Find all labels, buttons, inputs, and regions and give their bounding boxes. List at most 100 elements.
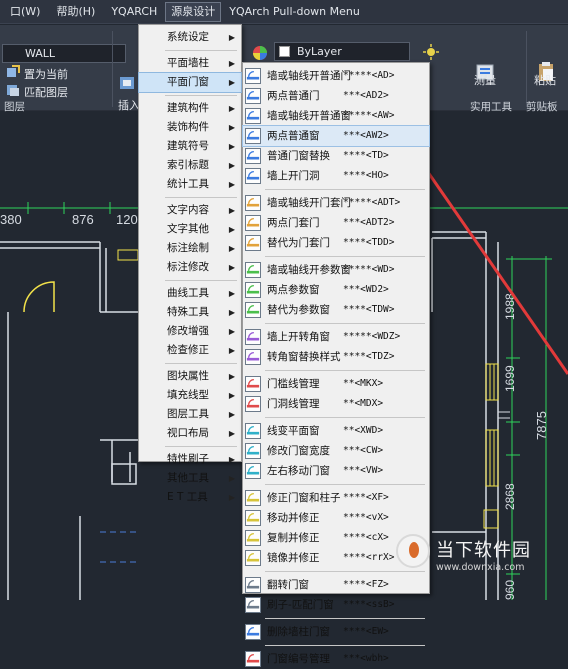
main-menu-item[interactable]: 标注修改 ▶ [139, 258, 241, 277]
dim-top-3: 120 [116, 212, 138, 227]
submenu-arrow-icon: ▶ [228, 429, 235, 438]
main-menu-item-label: 图层工具 [167, 408, 209, 420]
menu-help[interactable]: 帮助(H) [48, 0, 103, 24]
menu-yuanquan-design[interactable]: 源泉设计 [165, 1, 222, 22]
submenu-item-label: 墙上开转角窗 [267, 331, 330, 343]
main-menu-item[interactable]: 特性刷子 ▶ [139, 450, 241, 469]
main-menu-item[interactable]: 填充线型 ▶ [139, 386, 241, 405]
main-menu-item[interactable]: 检查修正 ▶ [139, 341, 241, 360]
submenu-item[interactable]: 墙上开门洞 ****<HO> [243, 166, 429, 186]
set-current-button[interactable]: 置为当前 [24, 66, 68, 82]
main-menu-item[interactable]: E T 工具 ▶ [139, 488, 241, 507]
submenu-item[interactable]: 移动并修正 ****<vX> [243, 508, 429, 528]
main-menu-item[interactable]: 平面墙柱 ▶ [139, 54, 241, 73]
main-menu-item[interactable]: 特殊工具 ▶ [139, 303, 241, 322]
submenu-item[interactable]: 左右移动门窗 ***<VW> [243, 461, 429, 481]
main-menu-item-label: 统计工具 [167, 178, 209, 190]
door-window-tool-icon [245, 215, 261, 231]
main-menu-item-label: 系统设定 [167, 31, 209, 43]
submenu-item[interactable]: 门槛线管理 **<MKX> [243, 374, 429, 394]
match-layer-button[interactable]: 匹配图层 [24, 84, 68, 100]
main-menu-item[interactable]: 系统设定 ▶ [139, 28, 241, 47]
submenu-item-label: 线变平面窗 [267, 425, 320, 437]
main-menu-item[interactable]: 文字内容 ▶ [139, 201, 241, 220]
submenu-item[interactable]: 转角窗替换样式 ****<TDZ> [243, 347, 429, 367]
main-menu-item[interactable]: 装饰构件 ▶ [139, 118, 241, 137]
submenu-item-shortcut: ***<VW> [343, 465, 384, 476]
main-menu-item[interactable]: 图层工具 ▶ [139, 405, 241, 424]
match-layer-icon [7, 85, 19, 96]
submenu-item[interactable]: 两点普通门 ***<AD2> [243, 86, 429, 106]
submenu-item-shortcut: ****<TD> [343, 150, 389, 161]
submenu-arrow-icon: ▶ [228, 142, 235, 151]
submenu-item[interactable]: 墙或轴线开参数窗 *****<WD> [243, 260, 429, 280]
submenu-item-shortcut: ***<AW2> [343, 130, 389, 141]
submenu-item-shortcut: ****<TDZ> [343, 351, 395, 362]
submenu-item[interactable]: 两点参数窗 ***<WD2> [243, 280, 429, 300]
sun-icon [423, 44, 439, 60]
main-menu-item[interactable]: 其他工具 ▶ [139, 469, 241, 488]
submenu-item-label: 门窗编号管理 [267, 653, 330, 665]
submenu-item[interactable]: 普通门窗替换 ****<TD> [243, 146, 429, 166]
submenu-item[interactable]: 修正门窗和柱子 ****<XF> [243, 488, 429, 508]
submenu-item[interactable]: 删除墙柱门窗 ****<EW> [243, 622, 429, 642]
main-menu-item[interactable]: 视口布局 ▶ [139, 424, 241, 443]
submenu-item[interactable]: 墙或轴线开普通窗 *****<AW> [243, 106, 429, 126]
submenu-item[interactable]: 门窗编号管理 ***<wbh> [243, 649, 429, 669]
layer-select[interactable]: WALL [2, 44, 126, 63]
submenu-item[interactable]: 刷子-匹配门窗 ****<ssB> [243, 595, 429, 615]
main-menu-item[interactable]: 建筑符号 ▶ [139, 137, 241, 156]
paste-button[interactable]: 粘贴 [534, 72, 556, 88]
main-menu-item[interactable]: 图块属性 ▶ [139, 367, 241, 386]
submenu-item-shortcut: ****<EW> [343, 626, 389, 637]
submenu-item-label: 两点参数窗 [267, 284, 320, 296]
submenu-item[interactable]: 墙或轴线开门套门 *****<ADT> [243, 193, 429, 213]
submenu-arrow-icon: ▶ [228, 225, 235, 234]
menu-yqarch[interactable]: YQARCH [103, 0, 165, 24]
submenu-arrow-icon: ▶ [228, 180, 235, 189]
submenu-item-label: 替代为参数窗 [267, 304, 330, 316]
submenu-item[interactable]: 替代为参数窗 ****<TDW> [243, 300, 429, 320]
door-window-tool-icon [245, 88, 261, 104]
submenu-item[interactable]: 两点普通窗 ***<AW2> [242, 125, 430, 147]
insert-button[interactable]: 插入 [118, 97, 140, 113]
submenu-item-shortcut: ***<WD2> [343, 284, 389, 295]
main-menu-item[interactable]: 曲线工具 ▶ [139, 284, 241, 303]
submenu-item-shortcut: ****<TDD> [343, 237, 395, 248]
submenu-arrow-icon: ▶ [228, 78, 235, 87]
submenu-item-shortcut: ***<AD2> [343, 90, 389, 101]
submenu-item-label: 墙或轴线开普通窗 [267, 110, 351, 122]
main-dropdown-menu: 系统设定 ▶ 平面墙柱 ▶ 平面门窗 ▶ 建筑构件 ▶ 装饰构件 ▶ 建筑符号 ▶ 索引标题 ▶ 统计工具 ▶… [138, 24, 242, 503]
main-menu-item[interactable]: 索引标题 ▶ [139, 156, 241, 175]
dim-top-2: 876 [72, 212, 94, 227]
door-window-submenu: 墙或轴线开普通门 *****<AD> 两点普通门 ***<AD2> 墙或轴线开普通窗 **… [242, 62, 430, 667]
door-window-tool-icon [245, 550, 261, 566]
door-window-tool-icon [245, 195, 261, 211]
main-menu-item[interactable]: 统计工具 ▶ [139, 175, 241, 194]
menu-yqarch-pulldown[interactable]: YQArch Pull-down Menu [221, 0, 368, 24]
main-menu-item[interactable]: 建筑构件 ▶ [139, 99, 241, 118]
submenu-item-shortcut: ***<ADT2> [343, 217, 395, 228]
submenu-item[interactable]: 两点门套门 ***<ADT2> [243, 213, 429, 233]
main-menu-item[interactable]: 修改增强 ▶ [139, 322, 241, 341]
submenu-item[interactable]: 修改门窗宽度 ***<CW> [243, 441, 429, 461]
watermark: 当下软件园 www.downxia.com [380, 530, 566, 596]
submenu-item[interactable]: 线变平面窗 **<XWD> [243, 421, 429, 441]
submenu-item[interactable]: 墙上开转角窗 *****<WDZ> [243, 327, 429, 347]
submenu-item[interactable]: 墙或轴线开普通门 *****<AD> [243, 66, 429, 86]
submenu-item[interactable]: 替代为门套门 ****<TDD> [243, 233, 429, 253]
insert-icon [120, 77, 134, 89]
door-window-tool-icon [245, 651, 261, 667]
main-menu-item[interactable]: 标注绘制 ▶ [139, 239, 241, 258]
submenu-item-shortcut: ****<TDW> [343, 304, 395, 315]
menu-window[interactable]: 口(W) [2, 0, 48, 24]
main-menu-item[interactable]: 平面门窗 ▶ [138, 72, 242, 93]
bylayer-select[interactable]: ByLayer [274, 42, 410, 61]
menu-separator [265, 417, 425, 418]
submenu-item-label: 两点普通窗 [267, 130, 320, 142]
measure-button[interactable]: 测量 [474, 72, 496, 88]
submenu-item[interactable]: 门洞线管理 **<MDX> [243, 394, 429, 414]
menu-separator [165, 50, 237, 51]
main-menu-item[interactable]: 文字其他 ▶ [139, 220, 241, 239]
submenu-arrow-icon: ▶ [228, 391, 235, 400]
